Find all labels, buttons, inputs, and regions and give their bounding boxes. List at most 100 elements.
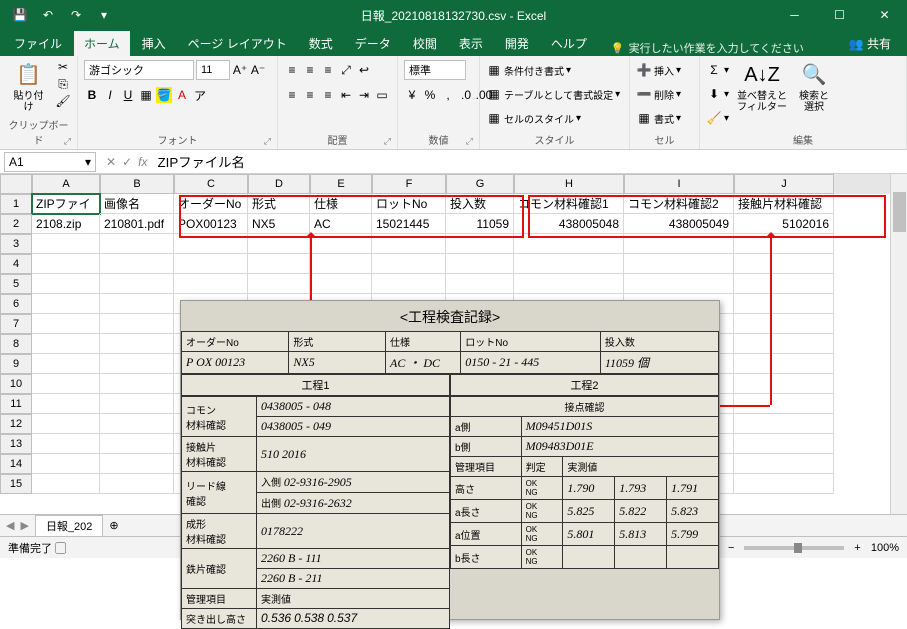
name-box[interactable]: A1▾ bbox=[4, 152, 96, 172]
fill-color-button[interactable]: 🪣 bbox=[156, 87, 172, 103]
cell[interactable] bbox=[446, 234, 514, 254]
cell[interactable] bbox=[32, 294, 100, 314]
row-header[interactable]: 10 bbox=[0, 374, 32, 394]
tab-review[interactable]: 校閲 bbox=[403, 31, 447, 56]
cell[interactable]: 15021445 bbox=[372, 214, 446, 234]
cell[interactable] bbox=[734, 354, 834, 374]
cell[interactable] bbox=[310, 274, 372, 294]
autosum-button[interactable]: Σ▾ bbox=[706, 59, 729, 81]
column-header[interactable]: D bbox=[248, 174, 310, 194]
conditional-formatting-button[interactable]: ▦条件付き書式 ▾ bbox=[486, 59, 571, 81]
cell[interactable] bbox=[32, 254, 100, 274]
cell[interactable] bbox=[32, 274, 100, 294]
cell[interactable] bbox=[32, 394, 100, 414]
sort-filter-button[interactable]: A↓Z 並べ替えと フィルター bbox=[733, 59, 791, 115]
cell[interactable]: オーダーNo bbox=[174, 194, 248, 214]
cell[interactable]: AC bbox=[310, 214, 372, 234]
sheet-nav-next-icon[interactable]: ▶ bbox=[20, 519, 28, 532]
row-header[interactable]: 8 bbox=[0, 334, 32, 354]
cell[interactable] bbox=[734, 274, 834, 294]
cell[interactable] bbox=[310, 234, 372, 254]
cell[interactable] bbox=[514, 234, 624, 254]
cell[interactable] bbox=[174, 254, 248, 274]
align-top-icon[interactable]: ≡ bbox=[284, 62, 300, 78]
border-button[interactable]: ▦ bbox=[138, 87, 154, 103]
close-button[interactable]: ✕ bbox=[862, 0, 907, 30]
cell[interactable] bbox=[624, 254, 734, 274]
align-left-icon[interactable]: ≡ bbox=[284, 87, 300, 103]
cell[interactable] bbox=[100, 274, 174, 294]
cell[interactable] bbox=[32, 454, 100, 474]
column-header[interactable]: C bbox=[174, 174, 248, 194]
cell[interactable] bbox=[32, 234, 100, 254]
cell[interactable] bbox=[372, 254, 446, 274]
cell[interactable] bbox=[174, 234, 248, 254]
clipboard-launcher-icon[interactable]: ⤢ bbox=[64, 136, 71, 147]
align-bottom-icon[interactable]: ≡ bbox=[320, 62, 336, 78]
cell[interactable] bbox=[100, 374, 174, 394]
row-header[interactable]: 4 bbox=[0, 254, 32, 274]
column-header[interactable]: G bbox=[446, 174, 514, 194]
cell[interactable] bbox=[100, 354, 174, 374]
cell[interactable] bbox=[100, 414, 174, 434]
cell[interactable] bbox=[372, 274, 446, 294]
vertical-scrollbar[interactable] bbox=[890, 174, 907, 514]
tab-data[interactable]: データ bbox=[345, 31, 401, 56]
row-header[interactable]: 3 bbox=[0, 234, 32, 254]
column-header[interactable]: I bbox=[624, 174, 734, 194]
align-center-icon[interactable]: ≡ bbox=[302, 87, 318, 103]
tab-help[interactable]: ヘルプ bbox=[541, 31, 597, 56]
minimize-button[interactable]: ─ bbox=[772, 0, 817, 30]
cell[interactable] bbox=[514, 274, 624, 294]
cell[interactable] bbox=[248, 234, 310, 254]
row-header[interactable]: 12 bbox=[0, 414, 32, 434]
number-format-select[interactable] bbox=[404, 60, 466, 80]
zoom-slider[interactable] bbox=[744, 546, 844, 550]
sheet-tab[interactable]: 日報_202 bbox=[35, 515, 103, 536]
fill-button[interactable]: ⬇▾ bbox=[706, 83, 729, 105]
delete-cells-button[interactable]: ➖削除 ▾ bbox=[636, 83, 681, 105]
column-header[interactable]: E bbox=[310, 174, 372, 194]
cell[interactable]: 210801.pdf bbox=[100, 214, 174, 234]
percent-icon[interactable]: % bbox=[422, 87, 438, 103]
tab-home[interactable]: ホーム bbox=[74, 31, 130, 56]
cell[interactable] bbox=[32, 434, 100, 454]
decrease-font-icon[interactable]: A⁻ bbox=[250, 62, 266, 78]
row-header[interactable]: 15 bbox=[0, 474, 32, 494]
column-header[interactable]: A bbox=[32, 174, 100, 194]
cell[interactable] bbox=[32, 334, 100, 354]
copy-icon[interactable]: ⎘ bbox=[55, 76, 71, 92]
font-launcher-icon[interactable]: ⤢ bbox=[264, 136, 271, 147]
format-cells-button[interactable]: ▦書式 ▾ bbox=[636, 107, 681, 129]
cell[interactable] bbox=[734, 454, 834, 474]
decrease-indent-icon[interactable]: ⇤ bbox=[338, 87, 354, 103]
cell[interactable]: ロットNo bbox=[372, 194, 446, 214]
insert-cells-button[interactable]: ➕挿入 ▾ bbox=[636, 59, 681, 81]
cell[interactable] bbox=[32, 414, 100, 434]
cell[interactable]: コモン材料確認1 bbox=[514, 194, 624, 214]
zoom-level[interactable]: 100% bbox=[871, 542, 899, 554]
cell[interactable] bbox=[514, 254, 624, 274]
cell[interactable] bbox=[446, 254, 514, 274]
cell[interactable] bbox=[100, 434, 174, 454]
column-header[interactable]: F bbox=[372, 174, 446, 194]
find-select-button[interactable]: 🔍 検索と 選択 bbox=[795, 59, 833, 115]
column-header[interactable]: H bbox=[514, 174, 624, 194]
cell[interactable] bbox=[100, 254, 174, 274]
cell[interactable] bbox=[248, 254, 310, 274]
tab-view[interactable]: 表示 bbox=[449, 31, 493, 56]
cell[interactable] bbox=[734, 374, 834, 394]
cell[interactable] bbox=[734, 234, 834, 254]
increase-indent-icon[interactable]: ⇥ bbox=[356, 87, 372, 103]
cell[interactable] bbox=[734, 314, 834, 334]
cell[interactable] bbox=[248, 274, 310, 294]
cell[interactable] bbox=[624, 234, 734, 254]
maximize-button[interactable]: ☐ bbox=[817, 0, 862, 30]
namebox-dropdown-icon[interactable]: ▾ bbox=[85, 155, 91, 169]
cell[interactable] bbox=[174, 274, 248, 294]
row-header[interactable]: 13 bbox=[0, 434, 32, 454]
undo-icon[interactable]: ↶ bbox=[36, 3, 60, 27]
row-header[interactable]: 7 bbox=[0, 314, 32, 334]
cell[interactable]: 11059 bbox=[446, 214, 514, 234]
cell[interactable] bbox=[32, 474, 100, 494]
